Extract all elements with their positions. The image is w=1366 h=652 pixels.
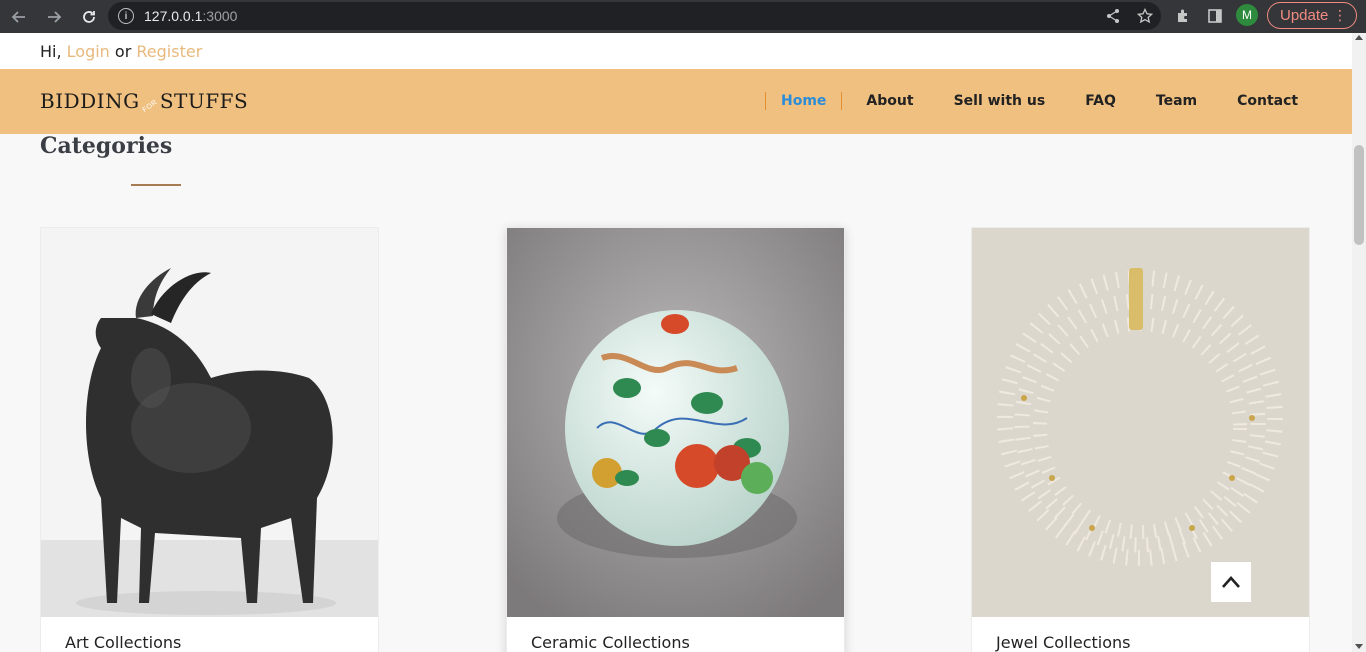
nav-faq[interactable]: FAQ: [1085, 92, 1116, 110]
scroll-down-arrow-icon[interactable]: [1355, 644, 1363, 649]
category-label: Jewel Collections: [996, 633, 1131, 652]
nav-sell-with-us[interactable]: Sell with us: [954, 92, 1046, 110]
menu-dots-icon[interactable]: ⋮: [1333, 6, 1347, 24]
side-panel-icon[interactable]: [1204, 5, 1226, 27]
logo-word-bidding: BIDDING: [40, 89, 140, 113]
site-logo[interactable]: BIDDINGFORSTUFFS: [40, 89, 249, 115]
site-info-icon[interactable]: i: [118, 8, 134, 24]
url-text: 127.0.0.1:3000: [144, 8, 238, 24]
auth-bar: Hi, Login or Register: [0, 33, 1352, 69]
category-label: Ceramic Collections: [531, 633, 690, 652]
greeting-text: Hi,: [40, 41, 62, 61]
share-icon[interactable]: [1103, 6, 1123, 26]
category-image-art: [41, 228, 378, 617]
category-label: Art Collections: [65, 633, 182, 652]
scroll-thumb[interactable]: [1354, 145, 1364, 245]
category-card-jewel[interactable]: Jewel Collections: [971, 227, 1310, 652]
page-scrollbar[interactable]: [1352, 33, 1366, 652]
or-text: or: [114, 41, 132, 61]
category-card-ceramic[interactable]: Ceramic Collections: [506, 227, 845, 652]
title-divider: [131, 184, 181, 186]
logo-word-stuffs: STUFFS: [159, 89, 249, 113]
nav-contact[interactable]: Contact: [1237, 92, 1298, 110]
forward-icon[interactable]: [38, 2, 70, 32]
main-nav: Home About Sell with us FAQ Team Contact: [765, 92, 1298, 110]
reload-icon[interactable]: [73, 2, 105, 32]
profile-avatar[interactable]: M: [1236, 4, 1258, 26]
site-header: BIDDINGFORSTUFFS Home About Sell with us…: [0, 69, 1352, 134]
extensions-icon[interactable]: [1172, 5, 1194, 27]
scroll-up-arrow-icon[interactable]: [1355, 35, 1363, 40]
nav-home[interactable]: Home: [765, 92, 843, 110]
address-bar[interactable]: i 127.0.0.1:3000: [108, 2, 1161, 30]
logo-word-for: FOR: [141, 98, 159, 115]
bookmark-star-icon[interactable]: [1135, 6, 1155, 26]
update-button[interactable]: Update ⋮: [1267, 2, 1357, 29]
register-link[interactable]: Register: [136, 42, 202, 61]
page-viewport: Hi, Login or Register BIDDINGFORSTUFFS H…: [0, 33, 1352, 652]
category-card-art[interactable]: Art Collections: [40, 227, 379, 652]
update-label: Update: [1280, 7, 1329, 24]
back-icon[interactable]: [3, 2, 35, 32]
nav-about[interactable]: About: [866, 92, 913, 110]
chevron-up-icon: [1222, 576, 1240, 588]
category-image-ceramic: [507, 228, 844, 617]
category-image-jewel: [972, 228, 1309, 617]
back-to-top-button[interactable]: [1211, 562, 1251, 602]
browser-toolbar: i 127.0.0.1:3000 M Update ⋮: [0, 0, 1366, 33]
login-link[interactable]: Login: [67, 42, 110, 61]
nav-team[interactable]: Team: [1156, 92, 1197, 110]
section-title: Categories: [40, 133, 173, 159]
